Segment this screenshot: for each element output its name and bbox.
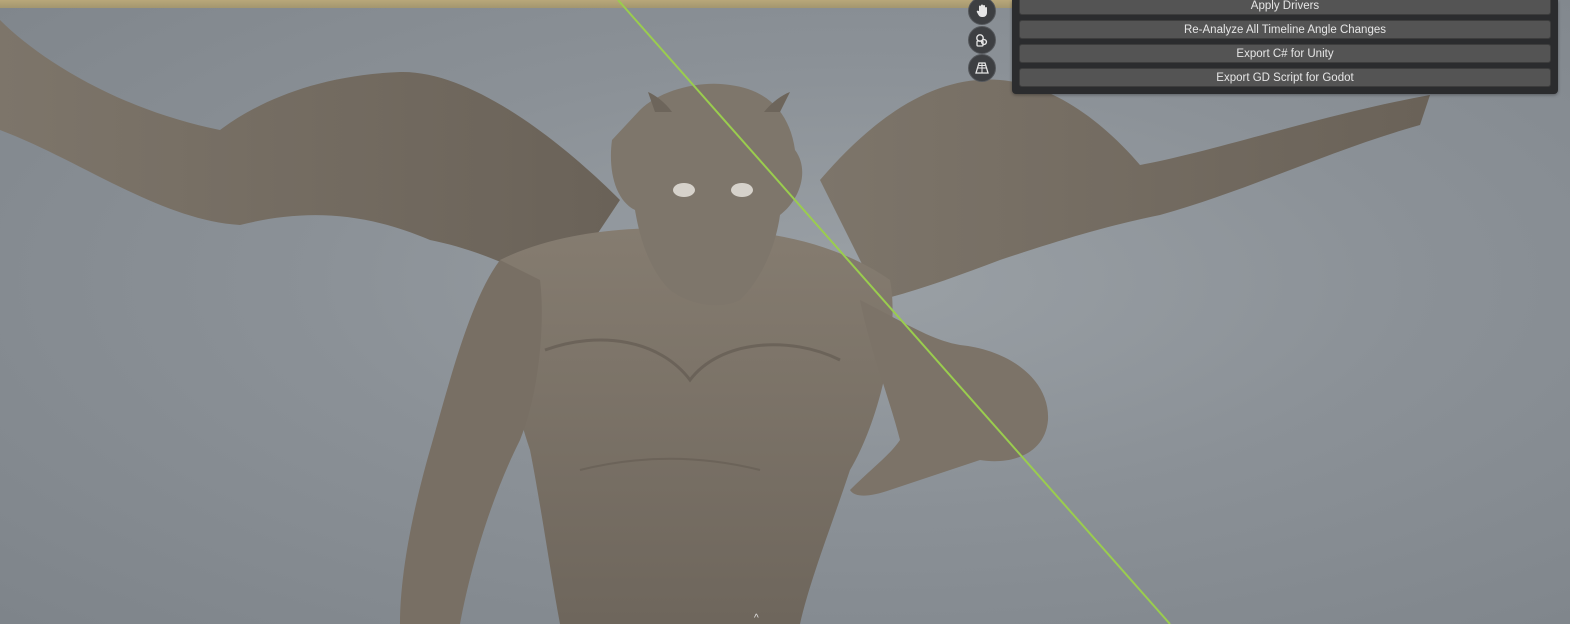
hand-pan-icon[interactable] [968,0,996,25]
navigation-gizmo [968,0,996,90]
export-godot-button[interactable]: Export GD Script for Godot [1019,68,1551,87]
3d-viewport[interactable]: Apply Drivers Re-Analyze All Timeline An… [0,0,1570,624]
reanalyze-timeline-button[interactable]: Re-Analyze All Timeline Angle Changes [1019,20,1551,39]
mouse-cursor-marker: ^ [754,613,759,624]
apply-drivers-button[interactable]: Apply Drivers [1019,0,1551,15]
perspective-grid-icon[interactable] [968,54,996,82]
camera-view-icon[interactable] [968,26,996,54]
operator-panel: Apply Drivers Re-Analyze All Timeline An… [1012,0,1558,94]
export-unity-button[interactable]: Export C# for Unity [1019,44,1551,63]
